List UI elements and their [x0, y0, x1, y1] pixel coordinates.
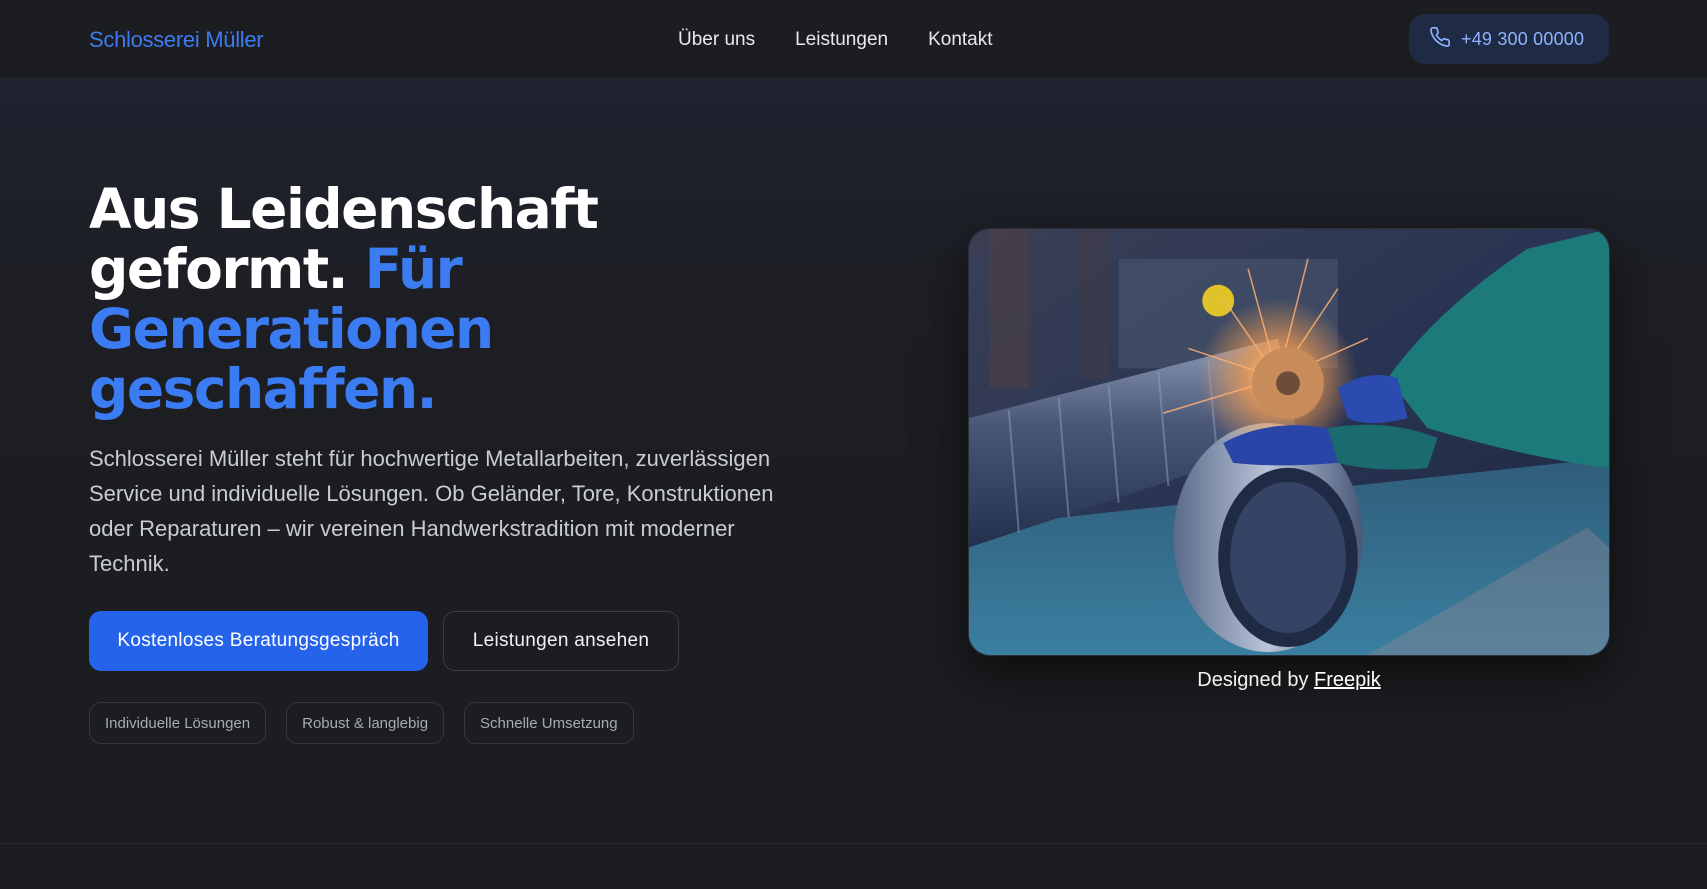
phone-button[interactable]: +49 300 00000 [1409, 14, 1609, 64]
nav-item-leistungen[interactable]: Leistungen [795, 29, 888, 51]
nav-item-ueber-uns[interactable]: Über uns [678, 29, 755, 51]
site-header: Schlosserei Müller Über uns Leistungen K… [0, 0, 1707, 79]
hero-lead-text: Schlosserei Müller steht für hochwertige… [89, 446, 774, 576]
phone-number: +49 300 00000 [1461, 28, 1585, 49]
hero-section: Aus Leidenschaft geformt. Für Generation… [0, 79, 1707, 844]
credit-prefix: Designed by [1197, 669, 1309, 691]
main-nav: Über uns Leistungen Kontakt [678, 29, 993, 51]
hero-headline: Aus Leidenschaft geformt. Für Generation… [89, 179, 649, 419]
feature-tags: Individuelle Lösungen Robust & langlebig… [89, 702, 634, 744]
hero-photo [968, 228, 1610, 656]
tag-robust: Robust & langlebig [286, 702, 445, 744]
tag-fast: Schnelle Umsetzung [464, 702, 634, 744]
view-services-button[interactable]: Leistungen ansehen [443, 611, 679, 671]
phone-icon [1429, 26, 1451, 53]
photo-credit: Designed by Freepik [968, 669, 1610, 692]
headline-white: Aus Leidenschaft geformt. [89, 177, 599, 301]
consultation-button[interactable]: Kostenloses Beratungsgespräch [89, 611, 428, 671]
freepik-link[interactable]: Freepik [1314, 669, 1381, 691]
brand-logo[interactable]: Schlosserei Müller [89, 27, 264, 53]
nav-item-kontakt[interactable]: Kontakt [928, 29, 992, 51]
tag-individual: Individuelle Lösungen [89, 702, 267, 744]
